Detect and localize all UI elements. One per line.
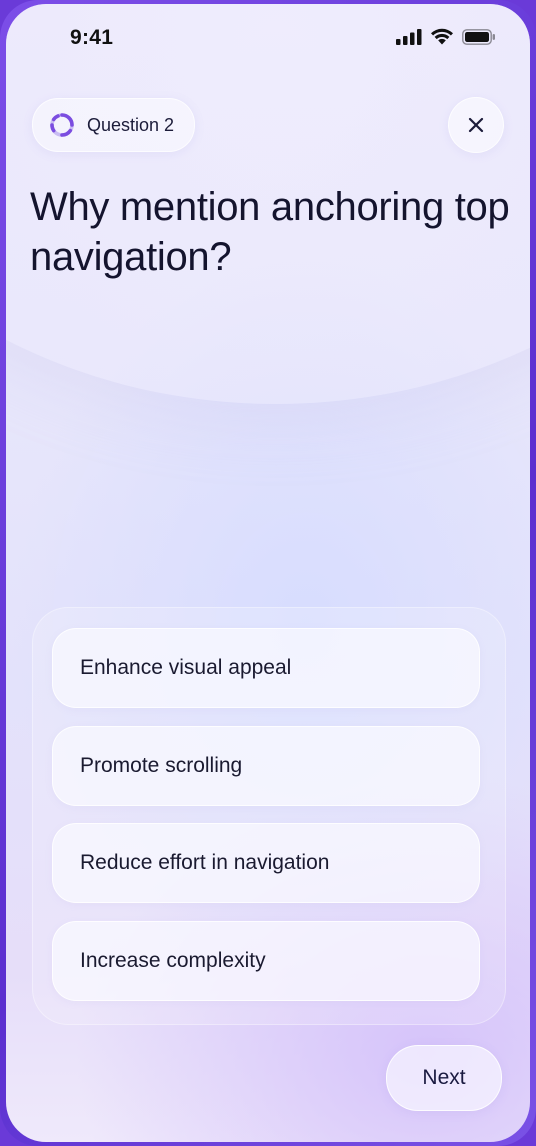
answer-option[interactable]: Enhance visual appeal	[52, 628, 480, 708]
progress-ring-icon	[50, 113, 74, 137]
close-icon	[468, 117, 484, 133]
next-button[interactable]: Next	[386, 1045, 502, 1111]
status-time: 9:41	[70, 26, 114, 49]
cellular-signal-icon	[396, 28, 422, 45]
answer-option[interactable]: Reduce effort in navigation	[52, 823, 480, 903]
status-bar: 9:41	[6, 4, 530, 74]
close-button[interactable]	[448, 97, 504, 153]
question-progress-pill: Question 2	[32, 98, 196, 152]
quiz-screen: 9:41 Question 2 Why mention anchoring to…	[6, 4, 530, 1142]
wifi-icon	[431, 28, 453, 45]
answer-option[interactable]: Promote scrolling	[52, 726, 480, 806]
battery-icon	[462, 28, 495, 45]
answer-option[interactable]: Increase complexity	[52, 921, 480, 1001]
question-number-label: Question 2	[87, 114, 175, 135]
question-title: Why mention anchoring top navigation?	[30, 185, 510, 279]
status-icons	[396, 28, 496, 45]
